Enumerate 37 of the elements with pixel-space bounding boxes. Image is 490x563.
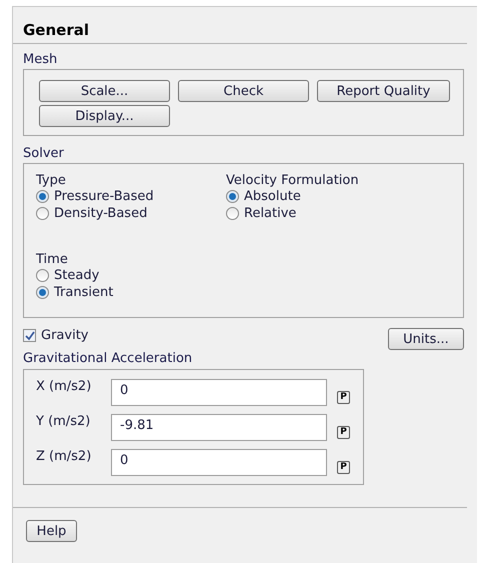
checkbox-label: Gravity bbox=[41, 326, 88, 345]
value-field[interactable]: -9.81 bbox=[111, 414, 327, 441]
radio-button[interactable] bbox=[36, 190, 49, 203]
radio-button[interactable] bbox=[226, 190, 239, 203]
field-label: Z (m/s2) bbox=[36, 449, 92, 464]
units-button[interactable]: Units... bbox=[388, 328, 464, 350]
parameter-button[interactable]: P bbox=[337, 391, 350, 404]
parameter-button[interactable]: P bbox=[337, 426, 350, 439]
section-label: Mesh bbox=[23, 52, 58, 67]
radio-button[interactable] bbox=[36, 269, 49, 282]
group-label: Type bbox=[36, 173, 67, 188]
panel-title: General bbox=[23, 21, 90, 39]
parameter-button[interactable]: P bbox=[337, 461, 350, 474]
group-label: Velocity Formulation bbox=[226, 173, 360, 188]
mesh-button[interactable]: Check bbox=[178, 80, 309, 102]
radio-label: Transient bbox=[54, 284, 114, 302]
value-field[interactable]: 0 bbox=[111, 379, 327, 406]
value-field[interactable]: 0 bbox=[111, 449, 327, 476]
mesh-button[interactable]: Scale... bbox=[39, 80, 170, 102]
help-button[interactable]: Help bbox=[26, 520, 77, 542]
radio-label: Absolute bbox=[244, 188, 301, 206]
mesh-button[interactable]: Report Quality bbox=[317, 80, 450, 102]
radio-label: Pressure-Based bbox=[54, 188, 154, 206]
section-label: Gravitational Acceleration bbox=[23, 351, 194, 366]
radio-label: Density-Based bbox=[54, 204, 148, 223]
section-label: Solver bbox=[23, 146, 65, 161]
radio-label: Relative bbox=[244, 204, 296, 223]
checkbox[interactable] bbox=[23, 329, 36, 342]
field-label: X (m/s2) bbox=[36, 379, 92, 394]
radio-button[interactable] bbox=[36, 286, 49, 299]
field-label: Y (m/s2) bbox=[36, 414, 92, 429]
radio-button[interactable] bbox=[36, 207, 49, 220]
check-icon bbox=[24, 330, 34, 340]
radio-button[interactable] bbox=[226, 207, 239, 220]
radio-label: Steady bbox=[54, 266, 100, 285]
group-label: Time bbox=[36, 252, 69, 267]
mesh-button[interactable]: Display... bbox=[39, 105, 170, 127]
